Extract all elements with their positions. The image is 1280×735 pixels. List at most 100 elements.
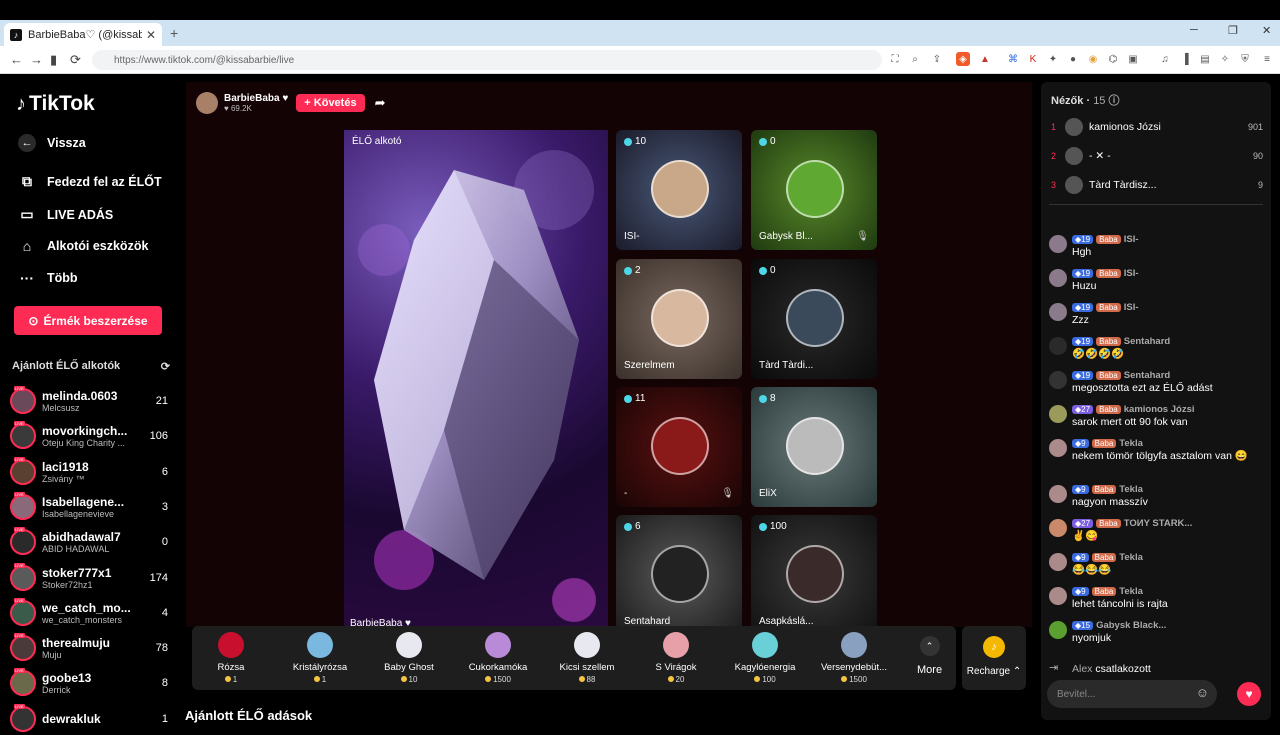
chat-avatar[interactable] <box>1049 337 1067 355</box>
creator-item[interactable]: LIVE Isabellagene... Isabellagenevieve 3 <box>10 491 168 523</box>
chat-avatar[interactable] <box>1049 439 1067 457</box>
chat-avatar[interactable] <box>1049 303 1067 321</box>
host-name[interactable]: BarbieBaba ♥ <box>224 93 288 104</box>
host-avatar[interactable] <box>196 92 218 114</box>
extension-icon[interactable]: ▣ <box>1126 52 1140 66</box>
follow-button[interactable]: + Követés <box>296 94 365 112</box>
like-heart-button[interactable]: ♥ <box>1237 682 1261 706</box>
sidebar-toggle-icon[interactable]: ▐ <box>1178 52 1192 66</box>
creator-item[interactable]: LIVE therealmuju Muju 78 <box>10 632 168 664</box>
tiktok-logo[interactable]: ♪ TikTok <box>16 92 95 116</box>
chat-avatar[interactable] <box>1049 371 1067 389</box>
url-field[interactable]: https://www.tiktok.com/@kissabarbie/live <box>92 50 882 70</box>
creator-item[interactable]: LIVE movorkingch... Oteju King Charity .… <box>10 420 168 452</box>
extension-icon[interactable]: ◉ <box>1086 52 1100 66</box>
back-icon[interactable]: ← <box>10 52 23 67</box>
extension-k-icon[interactable]: K <box>1026 52 1040 66</box>
translate-icon[interactable]: ⌘ <box>1006 52 1020 66</box>
close-tab-icon[interactable]: ✕ <box>146 28 156 42</box>
top-viewer-row[interactable]: 2 - ✕ - 90 <box>1051 147 1263 165</box>
guest-tile[interactable]: 10 ISI- <box>616 130 742 250</box>
chat-avatar[interactable] <box>1049 519 1067 537</box>
extension-icon[interactable]: ● <box>1066 52 1080 66</box>
gift-item[interactable]: Baby Ghost 10 <box>366 632 452 684</box>
gift-item[interactable]: Kagylóenergia 100 <box>722 632 808 684</box>
top-viewer-row[interactable]: 1 kamionos Józsi 901 <box>1051 118 1263 136</box>
bookmark-icon[interactable]: ▮ <box>50 52 57 68</box>
new-tab-icon[interactable]: + <box>170 25 178 41</box>
info-icon[interactable]: ⓘ <box>1109 95 1120 107</box>
creator-item[interactable]: LIVE goobe13 Derrick 8 <box>10 667 168 699</box>
creator-item[interactable]: LIVE melinda.0603 Melcsusz 21 <box>10 385 168 417</box>
chat-avatar[interactable] <box>1049 269 1067 287</box>
wallet-icon[interactable]: ▤ <box>1198 52 1212 66</box>
gift-item[interactable]: Kristályrózsa 1 <box>277 632 363 684</box>
forward-icon[interactable]: → <box>30 52 43 67</box>
chat-username[interactable]: Gabysk Black... <box>1096 620 1166 631</box>
chat-username[interactable]: ISI- <box>1124 234 1139 245</box>
back-link[interactable]: ← Vissza <box>18 134 86 152</box>
creator-item[interactable]: LIVE dewrakluk 1 <box>10 703 168 735</box>
chat-avatar[interactable] <box>1049 485 1067 503</box>
creator-item[interactable]: LIVE stoker777x1 Stoker72hz1 174 <box>10 562 168 594</box>
nav-more[interactable]: ··· Több <box>18 270 78 286</box>
guest-tile[interactable]: 11 - 🎙 <box>616 387 742 507</box>
reload-icon[interactable]: ⟳ <box>70 52 81 68</box>
chat-username[interactable]: Sentahard <box>1124 370 1170 381</box>
creator-item[interactable]: LIVE we_catch_mo... we_catch_monsters 4 <box>10 597 168 629</box>
chat-username[interactable]: kamionos Józsi <box>1124 404 1195 415</box>
chat-avatar[interactable] <box>1049 621 1067 639</box>
share-arrow-icon[interactable]: ➦ <box>375 95 386 111</box>
share-icon[interactable]: ⇪ <box>930 52 944 66</box>
browser-tab[interactable]: ♪ BarbieBaba♡ (@kissabarbie ✕ <box>4 23 162 46</box>
brave-shield-icon[interactable]: ◈ <box>956 52 970 66</box>
chat-avatar[interactable] <box>1049 235 1067 253</box>
guest-tile[interactable]: 0 Tàrd Tàrdi... <box>751 259 877 379</box>
chat-username[interactable]: Tekla <box>1119 586 1143 597</box>
chat-username[interactable]: TOИY STARK... <box>1124 518 1193 529</box>
get-coins-button[interactable]: ⊙ Érmék beszerzése <box>14 306 162 335</box>
vpn-icon[interactable]: ⛨ <box>1238 52 1252 66</box>
gift-item[interactable]: Versenydebüt... 1500 <box>811 632 897 684</box>
chat-username[interactable]: ISI- <box>1124 302 1139 313</box>
chat-avatar[interactable] <box>1049 553 1067 571</box>
chat-avatar[interactable] <box>1049 405 1067 423</box>
guest-tile[interactable]: 8 EliX <box>751 387 877 507</box>
chat-input[interactable]: Bevitel... ☺ <box>1047 680 1217 708</box>
top-viewer-row[interactable]: 3 Tàrd Tàrdisz... 9 <box>1051 176 1263 194</box>
media-icon[interactable]: ♫ <box>1158 52 1172 66</box>
chat-username[interactable]: Sentahard <box>1124 336 1170 347</box>
chat-username[interactable]: Tekla <box>1119 438 1143 449</box>
guest-tile[interactable]: 2 Szerelmem <box>616 259 742 379</box>
guest-tile[interactable]: 6 Sentahard <box>616 515 742 635</box>
host-video[interactable]: ÉLŐ alkotó BarbieBaba ♥ <box>344 130 608 635</box>
emoji-icon[interactable]: ☺ <box>1196 685 1209 700</box>
zoom-icon[interactable]: ⌕ <box>908 52 922 66</box>
ai-icon[interactable]: ✧ <box>1218 52 1232 66</box>
rewards-icon[interactable]: ▲ <box>978 52 992 66</box>
reader-icon[interactable]: ⛶ <box>888 52 902 66</box>
chat-username[interactable]: ISI- <box>1124 268 1139 279</box>
nav-explore-live[interactable]: ⧉ Fedezd fel az ÉLŐT <box>18 173 162 190</box>
chat-username[interactable]: Tekla <box>1119 484 1143 495</box>
recharge-button[interactable]: ♪ Recharge ⌃ <box>962 626 1026 690</box>
gift-item[interactable]: Rózsa 1 <box>188 632 274 684</box>
gift-item[interactable]: Cukorkamóka 1500 <box>455 632 541 684</box>
creator-item[interactable]: LIVE laci1918 Zsivány ™ 6 <box>10 456 168 488</box>
chat-username[interactable]: Tekla <box>1119 552 1143 563</box>
refresh-icon[interactable]: ⟳ <box>161 360 170 373</box>
minimize-icon[interactable]: ─ <box>1190 24 1198 36</box>
close-window-icon[interactable]: ✕ <box>1262 24 1271 37</box>
guest-tile[interactable]: 100 Asapkáslá... <box>751 515 877 635</box>
more-gifts-button[interactable]: ⌃ More <box>917 636 942 676</box>
maximize-icon[interactable]: ❐ <box>1228 24 1238 37</box>
creator-item[interactable]: LIVE abidhadawal7 ABID HADAWAL 0 <box>10 526 168 558</box>
extension-icon[interactable]: ✦ <box>1046 52 1060 66</box>
guest-tile[interactable]: 0 Gabysk Bl... 🎙 <box>751 130 877 250</box>
chat-avatar[interactable] <box>1049 587 1067 605</box>
extension-icon[interactable]: ⌬ <box>1106 52 1120 66</box>
menu-icon[interactable]: ≡ <box>1260 52 1274 66</box>
gift-item[interactable]: S Virágok 20 <box>633 632 719 684</box>
gift-item[interactable]: Kicsi szellem 88 <box>544 632 630 684</box>
nav-creator-tools[interactable]: ⌂ Alkotói eszközök <box>18 238 149 254</box>
